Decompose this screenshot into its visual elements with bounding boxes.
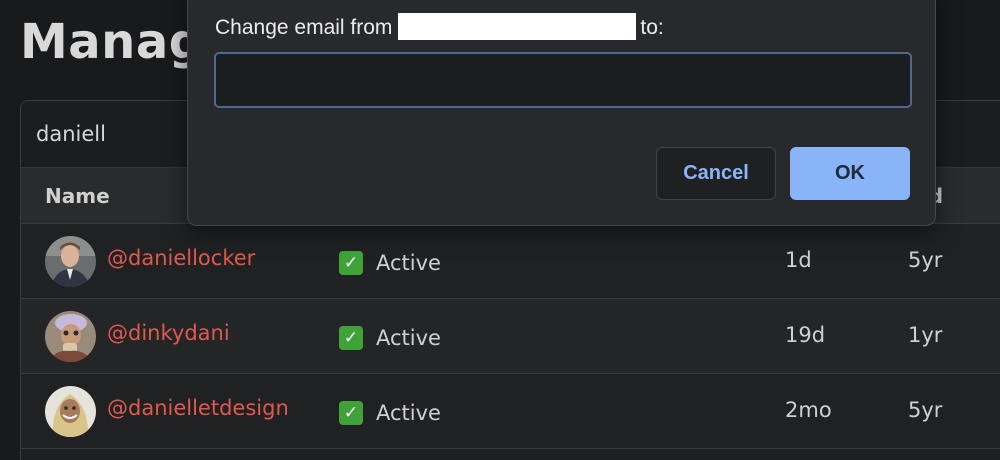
last-seen: 2mo (785, 398, 832, 422)
joined: 1yr (908, 323, 943, 347)
avatar[interactable] (45, 236, 96, 287)
status-text: Active (376, 401, 441, 425)
check-mark-icon: ✓ (339, 401, 363, 425)
change-email-dialog: Change email from to: Cancel OK (187, 0, 936, 226)
joined: 5yr (908, 248, 943, 272)
column-header-name[interactable]: Name (45, 184, 110, 208)
table-row[interactable]: @daniellocker ✓ Active 1d 5yr (21, 224, 1000, 299)
cancel-button[interactable]: Cancel (656, 147, 776, 200)
redacted-email (398, 13, 637, 40)
dialog-message-suffix: to: (640, 16, 664, 39)
dialog-message: Change email from to: (215, 13, 664, 40)
dialog-message-prefix: Change email from (215, 16, 393, 39)
status-text: Active (376, 251, 441, 275)
avatar[interactable] (45, 311, 96, 362)
table-row[interactable]: @danielletdesign ✓ Active 2mo 5yr (21, 374, 1000, 449)
ok-button[interactable]: OK (790, 147, 910, 200)
check-mark-icon: ✓ (339, 326, 363, 350)
username-link[interactable]: @danielletdesign (107, 396, 289, 420)
status-text: Active (376, 326, 441, 350)
username-link[interactable]: @dinkydani (107, 321, 230, 345)
table-row[interactable]: @dinkydani ✓ Active 19d 1yr (21, 299, 1000, 374)
last-seen: 1d (785, 248, 812, 272)
username-link[interactable]: @daniellocker (107, 246, 255, 270)
check-mark-icon: ✓ (339, 251, 363, 275)
last-seen: 19d (785, 323, 826, 347)
new-email-input[interactable] (214, 52, 912, 108)
joined: 5yr (908, 398, 943, 422)
avatar[interactable] (45, 386, 96, 437)
